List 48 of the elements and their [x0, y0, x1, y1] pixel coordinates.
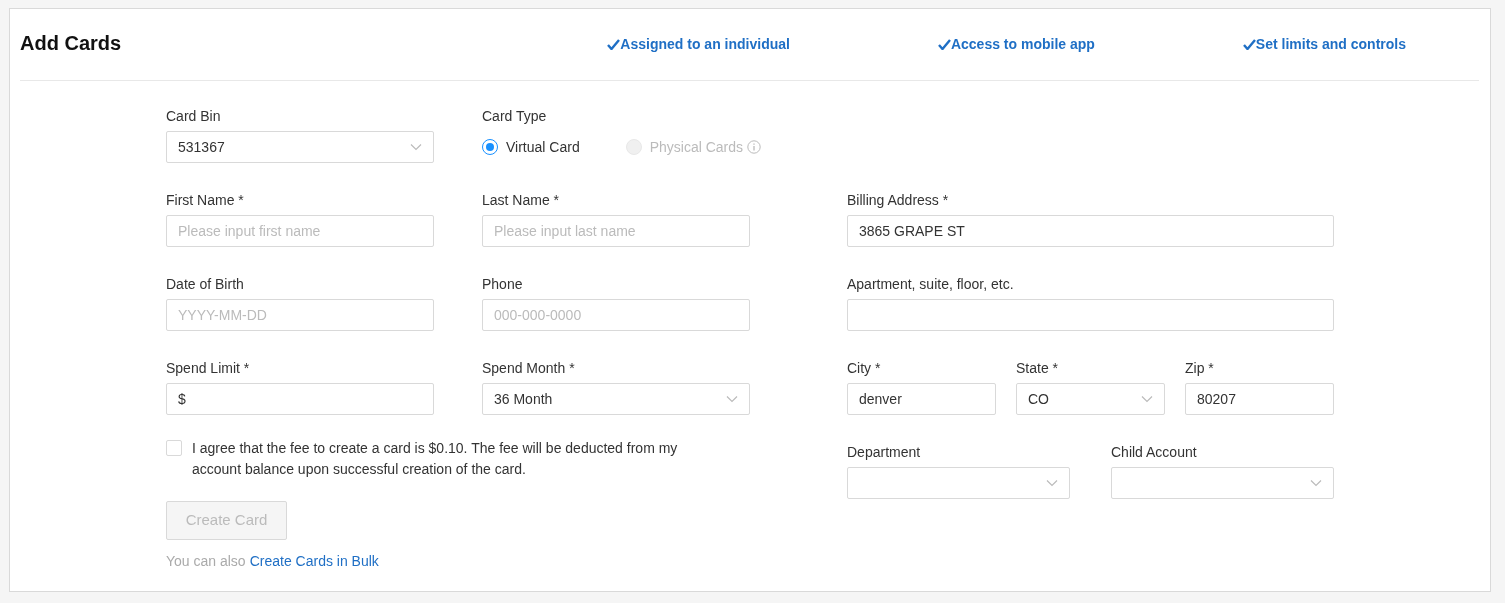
field-label: State * — [1016, 360, 1060, 376]
field-label: Date of Birth — [166, 276, 245, 292]
select-field[interactable] — [1111, 467, 1334, 499]
field-label: Spend Month * — [482, 360, 576, 376]
input-field[interactable]: 3865 GRAPE ST — [847, 215, 1334, 247]
check-icon — [937, 39, 951, 50]
radio-label: Physical Cards — [649, 137, 744, 157]
field-label: First Name * — [166, 192, 245, 208]
field-label: Zip * — [1185, 360, 1215, 376]
chevron-icon — [1141, 395, 1153, 403]
agreement-text: I agree that the fee to create a card is $0.10. The fee will be deducted from my account balance upon successful creation of the card. — [192, 439, 679, 479]
page-title: Add Cards — [20, 30, 122, 56]
field-label: Billing Address * — [847, 192, 950, 208]
field-label: Spend Limit * — [166, 360, 251, 376]
chevron-icon — [1310, 479, 1322, 487]
field-label: Card Bin — [166, 108, 222, 124]
radio-label: Virtual Card — [506, 137, 580, 157]
check-icon — [1242, 39, 1256, 50]
select-field[interactable] — [847, 467, 1070, 499]
chevron-icon — [410, 143, 422, 151]
input-field[interactable]: 80207 — [1185, 383, 1334, 415]
field-label: Apartment, suite, floor, etc. — [847, 276, 1015, 292]
input-field[interactable]: Please input first name — [166, 215, 434, 247]
bulk-text: You can also — [166, 552, 246, 571]
select-field[interactable]: 36 Month — [482, 383, 750, 415]
chevron-icon — [726, 395, 738, 403]
input-field[interactable] — [847, 299, 1334, 331]
feature-label: Set limits and controls — [1242, 34, 1406, 55]
field-label: City * — [847, 360, 882, 376]
field-label: Last Name * — [482, 192, 561, 208]
feature-label: Assigned to an individual — [607, 34, 790, 55]
field-label: Phone — [482, 276, 524, 292]
field-label: Child Account — [1111, 444, 1198, 460]
feature-label: Access to mobile app — [937, 34, 1095, 55]
check-icon — [607, 39, 621, 50]
chevron-icon — [1046, 479, 1058, 487]
checkbox[interactable] — [166, 440, 182, 456]
input-field[interactable]: 000-000-0000 — [482, 299, 750, 331]
input-field[interactable]: YYYY-MM-DD — [166, 299, 434, 331]
input-field[interactable]: denver — [847, 383, 996, 415]
input-field[interactable]: $ — [166, 383, 434, 415]
radio-button[interactable] — [482, 139, 498, 155]
field-label: Card Type — [482, 108, 548, 124]
input-field[interactable]: Please input last name — [482, 215, 750, 247]
field-label: Department — [847, 444, 922, 460]
bulk-link[interactable]: Create Cards in Bulk — [249, 551, 379, 572]
select-field[interactable]: CO — [1016, 383, 1165, 415]
select-field[interactable]: 531367 — [166, 131, 434, 163]
